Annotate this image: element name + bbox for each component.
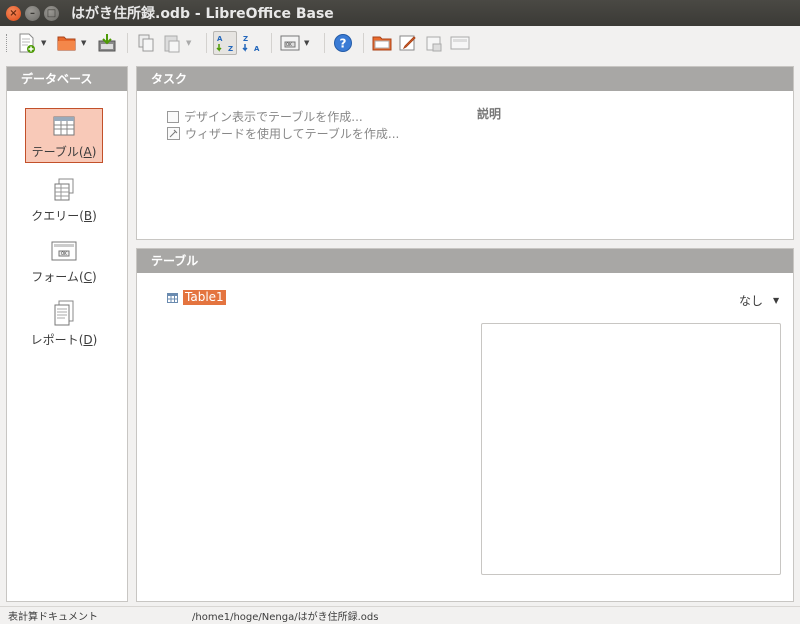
save-icon	[98, 34, 116, 52]
sidebar-item-label: テーブル	[31, 145, 79, 159]
sort-ascending-button[interactable]: AZ	[213, 31, 237, 55]
tasks-panel: タスク デザイン表示でテーブルを作成... ウィザードを使用してテーブルを作成.…	[136, 66, 794, 240]
create-table-design-task[interactable]: デザイン表示でテーブルを作成...	[167, 108, 363, 125]
status-document-type: 表計算ドキュメント	[8, 612, 98, 623]
rename-button[interactable]	[448, 31, 472, 55]
status-file-path: /home1/hoge/Nenga/はがき住所録.ods	[192, 612, 379, 623]
toolbar-grip[interactable]	[6, 34, 9, 52]
window-title: はがき住所録.odb - LibreOffice Base	[71, 6, 334, 22]
query-icon	[54, 178, 74, 201]
title-bar: × – □ はがき住所録.odb - LibreOffice Base	[0, 0, 800, 26]
paste-dropdown-icon[interactable]: ▼	[186, 39, 194, 47]
form-icon: OK	[280, 35, 300, 51]
close-window-button[interactable]: ×	[6, 5, 21, 21]
svg-text:A: A	[217, 35, 223, 43]
toolbar-separator	[363, 33, 364, 53]
svg-text:OK: OK	[61, 251, 67, 256]
sidebar-item-queries[interactable]: クエリー(B)	[25, 173, 103, 226]
minimize-window-button[interactable]: –	[25, 5, 40, 21]
design-view-icon	[167, 110, 179, 123]
sidebar-item-mnemonic: A	[83, 145, 92, 159]
help-button[interactable]: ?	[331, 31, 355, 55]
task-label: ウィザードを使用してテーブルを作成...	[185, 127, 400, 141]
sidebar-item-mnemonic: B	[83, 209, 93, 223]
table-icon	[372, 36, 392, 51]
open-icon	[57, 36, 76, 51]
new-dropdown-icon[interactable]: ▼	[41, 39, 49, 47]
svg-text:?: ?	[340, 37, 347, 51]
sidebar-item-reports[interactable]: レポート(D)	[25, 295, 103, 350]
sidebar-item-tables[interactable]: テーブル(A)	[25, 108, 103, 163]
tables-panel-title: テーブル	[137, 249, 793, 273]
table-icon	[53, 116, 75, 136]
form-dropdown-icon[interactable]: ▼	[304, 39, 312, 47]
delete-icon	[426, 36, 442, 52]
svg-text:Z: Z	[228, 45, 233, 53]
sidebar-item-mnemonic: D	[83, 333, 93, 347]
paste-icon	[164, 35, 180, 53]
svg-text:OK: OK	[286, 42, 292, 47]
new-document-button[interactable]	[15, 31, 39, 55]
edit-icon	[399, 35, 416, 51]
delete-button[interactable]	[422, 31, 446, 55]
sidebar-item-label: フォーム	[31, 270, 79, 284]
sidebar-item-forms[interactable]: OK フォーム(C)	[25, 234, 103, 287]
toolbar-separator	[324, 33, 325, 53]
create-table-wizard-task[interactable]: ウィザードを使用してテーブルを作成...	[167, 125, 399, 142]
table-name[interactable]: Table1	[183, 290, 226, 305]
description-label: 説明	[477, 107, 502, 121]
form-icon: OK	[51, 241, 77, 261]
svg-text:Z: Z	[243, 35, 248, 43]
maximize-window-button[interactable]: □	[44, 5, 59, 21]
paste-button[interactable]	[160, 31, 184, 55]
open-database-object-button[interactable]	[370, 31, 394, 55]
rename-icon	[450, 36, 470, 50]
open-button[interactable]	[55, 31, 79, 55]
sidebar-item-label: クエリー	[31, 209, 80, 223]
table-icon	[167, 292, 178, 303]
save-button[interactable]	[95, 31, 119, 55]
wizard-icon	[167, 127, 180, 140]
tables-panel: テーブル Table1 なし ▼	[136, 248, 794, 602]
main-toolbar: ▼ ▼ ▼ AZ ZA OK ▼ ?	[0, 26, 800, 60]
database-panel: データベース テーブル(A) クエリー(B) OK フォーム(C) レポート(D…	[6, 66, 128, 602]
toolbar-separator	[206, 33, 207, 53]
sort-ascending-icon: AZ	[216, 35, 233, 53]
svg-text:A: A	[254, 45, 260, 53]
new-document-icon	[19, 33, 35, 53]
task-label: デザイン表示でテーブルを作成...	[184, 110, 363, 124]
form-button[interactable]: OK	[278, 31, 302, 55]
toolbar-separator	[271, 33, 272, 53]
preview-mode-value: なし	[739, 294, 764, 308]
toolbar-separator	[127, 33, 128, 53]
sort-descending-icon: ZA	[242, 35, 260, 53]
chevron-down-icon: ▼	[773, 296, 780, 305]
copy-icon	[138, 34, 154, 52]
preview-area	[481, 323, 781, 575]
edit-button[interactable]	[396, 31, 420, 55]
table-list-item[interactable]: Table1	[167, 290, 226, 305]
sidebar-item-mnemonic: C	[83, 270, 93, 284]
copy-button[interactable]	[134, 31, 158, 55]
tasks-panel-title: タスク	[137, 67, 793, 91]
sidebar-item-label: レポート	[30, 333, 79, 347]
database-panel-title: データベース	[7, 67, 127, 91]
help-icon: ?	[334, 34, 352, 52]
open-dropdown-icon[interactable]: ▼	[81, 39, 89, 47]
sort-descending-button[interactable]: ZA	[239, 31, 263, 55]
status-bar: 表計算ドキュメント /home1/hoge/Nenga/はがき住所録.ods	[0, 606, 800, 624]
report-icon	[54, 300, 74, 326]
preview-mode-dropdown[interactable]: なし ▼	[739, 292, 779, 309]
